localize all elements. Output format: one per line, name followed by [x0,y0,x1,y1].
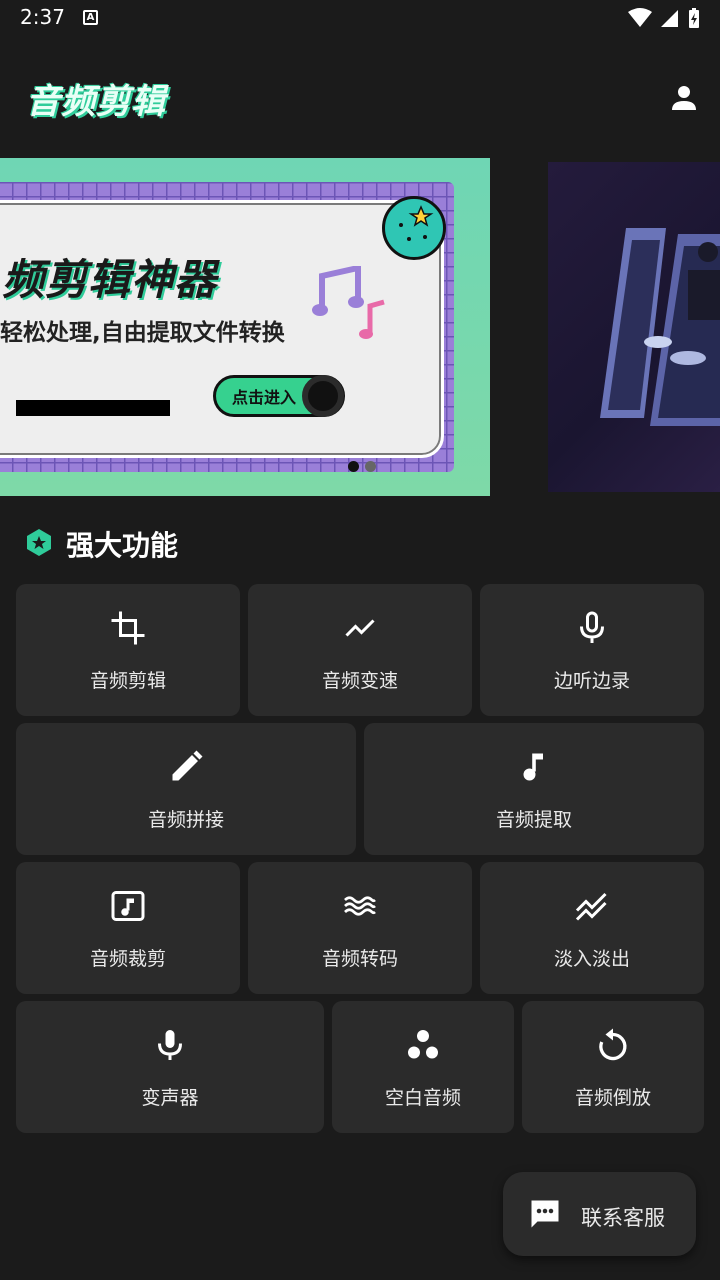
status-time: 2:37 [20,5,65,29]
feature-label: 音频倒放 [574,1087,651,1109]
notification-icon: A [83,10,98,25]
feature-audio-reverse[interactable]: 音频倒放 [522,1001,704,1133]
music-notes-icon [312,266,385,339]
waves-icon [340,886,380,926]
feature-label: 淡入淡出 [553,948,630,970]
indicator-dot-active [348,461,359,472]
drummer-image [600,228,720,426]
battery-icon [689,8,699,28]
banner-subheading: 轻松处理,自由提取文件转换 [0,320,285,346]
feature-label: 音频裁剪 [89,948,166,970]
status-bar: 2:37 A [0,0,720,36]
banner-cta-label: 点击进入 [232,388,297,407]
fade-icon [572,886,612,926]
feature-audio-edit[interactable]: 音频剪辑 [16,584,240,716]
status-icons [628,7,700,29]
contact-support-button[interactable]: 联系客服 [503,1172,696,1256]
feature-audio-speed[interactable]: 音频变速 [248,584,472,716]
contact-label: 联系客服 [581,1206,665,1230]
chat-icon [531,1200,559,1228]
pencil-icon [166,747,206,787]
carousel-indicator [348,461,376,472]
feature-label: 音频变速 [321,670,398,692]
feature-voice-changer[interactable]: 变声器 [16,1001,324,1133]
music-note-icon [514,747,554,787]
indicator-dot [365,461,376,472]
vinyl-disc-icon [302,375,344,417]
bubbles-icon [403,1025,443,1065]
music-box-icon [108,886,148,926]
feature-fade-in-out[interactable]: 淡入淡出 [480,862,704,994]
feature-audio-merge[interactable]: 音频拼接 [16,723,356,855]
replay-icon [593,1025,633,1065]
person-icon [672,86,696,110]
mic-icon [150,1025,190,1065]
feature-listen-record[interactable]: 边听边录 [480,584,704,716]
banner-bar [16,400,170,416]
hexagon-star-icon [27,529,51,556]
mic-icon [572,608,612,648]
feature-audio-trim[interactable]: 音频裁剪 [16,862,240,994]
feature-audio-transcode[interactable]: 音频转码 [248,862,472,994]
profile-button[interactable] [666,80,702,116]
crop-icon [108,608,148,648]
trending-icon [340,608,380,648]
banner-enter-button[interactable]: 点击进入 [213,375,345,417]
banner-slide[interactable]: 频剪辑神器 轻松处理,自由提取文件转换 点击进入 [0,158,490,496]
feature-blank-audio[interactable]: 空白音频 [332,1001,514,1133]
feature-label: 音频转码 [321,948,398,970]
feature-label: 音频剪辑 [89,670,166,692]
feature-label: 边听边录 [553,670,630,692]
banner-heading: 频剪辑神器 [2,255,218,304]
feature-label: 音频提取 [495,809,572,831]
feature-label: 变声器 [141,1087,199,1109]
wifi-icon [628,8,652,27]
banner-next-slide[interactable] [548,162,720,492]
feature-audio-extract[interactable]: 音频提取 [364,723,704,855]
feature-label: 音频拼接 [147,809,224,831]
app-title: 音频剪辑 [26,82,166,122]
signal-icon [661,10,678,27]
feature-label: 空白音频 [384,1087,461,1109]
section-title: 强大功能 [66,529,179,562]
star-badge-icon [382,196,446,260]
